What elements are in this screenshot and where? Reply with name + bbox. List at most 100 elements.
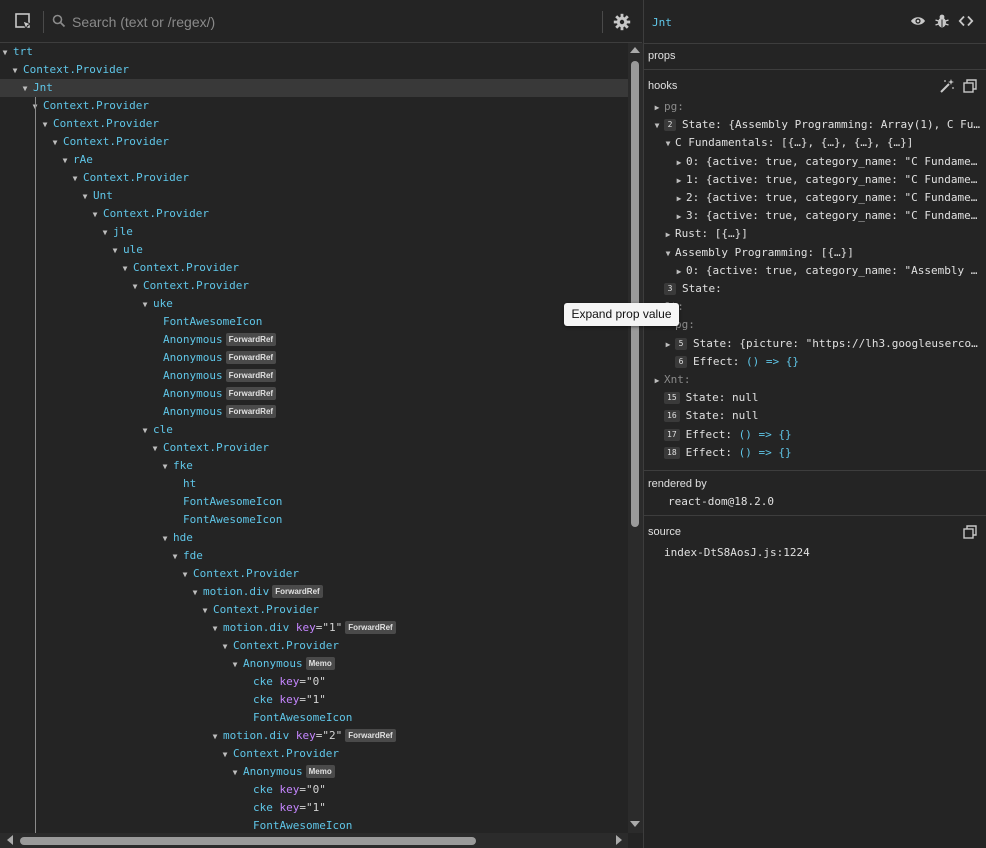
collapse-arrow-icon[interactable]: ▼ [130,278,140,296]
tree-row[interactable]: FontAwesomeIcon [0,817,628,833]
collapse-arrow-icon[interactable]: ▼ [50,134,60,152]
tree-row[interactable]: ▼ cle [0,421,628,439]
collapse-arrow-icon[interactable]: ▼ [10,62,20,80]
tree-row[interactable]: ▼ rAe [0,151,628,169]
collapse-arrow-icon[interactable]: ▼ [220,638,230,656]
tree-row[interactable]: ▼ uke [0,295,628,313]
hook-row[interactable]: ▶ 1: {active: true, category_name: "C Fun… [644,170,986,189]
tree-row[interactable]: FontAwesomeIcon [0,493,628,511]
hook-row[interactable]: ▶ Xnt: [644,370,986,389]
tree-row[interactable]: ▼Context.Provider [0,61,628,79]
collapse-arrow-icon[interactable]: ▼ [140,296,150,314]
tree-row[interactable]: ▼ Jnt [0,79,628,97]
tree-row[interactable]: ▼Context.Provider [0,169,628,187]
hook-row[interactable]: 3 State: [644,279,986,298]
collapse-arrow-icon[interactable]: ▼ [70,170,80,188]
tree-row[interactable]: ▼Context.Provider [0,277,628,295]
tree-row[interactable]: Anonymous ForwardRef [0,403,628,421]
tree-row[interactable]: ▼ Anonymous Memo [0,655,628,673]
code-icon[interactable] [958,13,974,29]
expand-arrow-icon[interactable]: ▶ [674,189,684,207]
collapse-arrow-icon[interactable]: ▼ [230,656,240,674]
copy-icon[interactable] [963,79,977,93]
tree-row[interactable]: ht [0,475,628,493]
collapse-arrow-icon[interactable]: ▼ [170,548,180,566]
copy-icon[interactable] [963,525,977,539]
collapse-arrow-icon[interactable]: ▼ [210,728,220,746]
tree-row[interactable]: Anonymous ForwardRef [0,349,628,367]
collapse-arrow-icon[interactable]: ▼ [90,206,100,224]
scroll-up-icon[interactable] [630,47,640,53]
tree-row[interactable]: cke key="0" [0,673,628,691]
collapse-arrow-icon[interactable]: ▼ [60,152,70,170]
hook-row[interactable]: ▼ Assembly Programming: [{…}] [644,243,986,262]
hook-row[interactable]: ▶ 3: {active: true, category_name: "C Fun… [644,206,986,225]
collapse-arrow-icon[interactable]: ▼ [140,422,150,440]
hook-row[interactable]: Ot: [644,297,986,316]
hook-row[interactable]: pg: [644,315,986,334]
collapse-arrow-icon[interactable]: ▼ [0,44,10,62]
hook-row[interactable]: 17 Effect: () => {} [644,425,986,444]
collapse-arrow-icon[interactable]: ▼ [150,440,160,458]
magic-wand-icon[interactable] [939,78,955,94]
tree-row[interactable]: ▼ Anonymous Memo [0,763,628,781]
hook-row[interactable]: ▶ Rust: [{…}] [644,224,986,243]
collapse-arrow-icon[interactable]: ▼ [200,602,210,620]
scroll-down-icon[interactable] [630,821,640,827]
expand-arrow-icon[interactable]: ▶ [652,98,662,116]
tree-row[interactable]: FontAwesomeIcon [0,313,628,331]
tree-row[interactable]: ▼ motion.div ForwardRef [0,583,628,601]
collapse-arrow-icon[interactable]: ▼ [230,764,240,782]
collapse-arrow-icon[interactable]: ▼ [220,746,230,764]
bug-icon[interactable] [934,13,950,29]
tree-row[interactable]: ▼Context.Provider [0,205,628,223]
expand-arrow-icon[interactable]: ▶ [674,171,684,189]
expand-arrow-icon[interactable]: ▶ [674,262,684,280]
scrollbar-thumb[interactable] [631,61,639,527]
hook-row[interactable]: 18 Effect: () => {} [644,443,986,462]
gear-icon[interactable] [613,13,631,31]
tree-row[interactable]: cke key="1" [0,799,628,817]
tree-row[interactable]: cke key="1" [0,691,628,709]
tree-row[interactable]: ▼Context.Provider [0,259,628,277]
hook-row[interactable]: 16 State: null [644,406,986,425]
tree-row[interactable]: ▼Context.Provider [0,565,628,583]
tree-row[interactable]: FontAwesomeIcon [0,511,628,529]
tree-row[interactable]: ▼Context.Provider [0,745,628,763]
search-input[interactable] [70,10,594,34]
collapse-arrow-icon[interactable]: ▼ [80,188,90,206]
collapse-arrow-icon[interactable]: ▼ [120,260,130,278]
hook-row[interactable]: ▶ 5 State: {picture: "https://lh3.googleus… [644,334,986,353]
inspect-element-icon[interactable] [14,12,34,32]
collapse-arrow-icon[interactable]: ▼ [190,584,200,602]
hook-row[interactable]: ▶ 0: {active: true, category_name: "C Fun… [644,152,986,171]
expand-arrow-icon[interactable]: ▼ [663,244,673,262]
tree-row[interactable]: FontAwesomeIcon [0,709,628,727]
collapse-arrow-icon[interactable]: ▼ [180,566,190,584]
hook-row[interactable]: ▶ 2: {active: true, category_name: "C Fun… [644,188,986,207]
hook-row[interactable]: ▶ 0: {active: true, category_name: "Assem… [644,261,986,280]
tree-row[interactable]: ▼ fke [0,457,628,475]
eye-icon[interactable] [910,13,926,29]
expand-arrow-icon[interactable]: ▶ [674,153,684,171]
collapse-arrow-icon[interactable]: ▼ [20,80,30,98]
hook-row[interactable]: ▼ 2 State: {Assembly Programming: Array(1)… [644,115,986,134]
hook-row[interactable]: 15 State: null [644,388,986,407]
collapse-arrow-icon[interactable]: ▼ [100,224,110,242]
scroll-left-icon[interactable] [7,835,13,845]
tree-row[interactable]: ▼ hde [0,529,628,547]
collapse-arrow-icon[interactable]: ▼ [210,620,220,638]
horizontal-scrollbar[interactable] [0,833,628,848]
scrollbar-thumb[interactable] [20,837,476,845]
expand-arrow-icon[interactable]: ▶ [663,225,673,243]
tree-row[interactable]: ▼ motion.div key="1" ForwardRef [0,619,628,637]
tree-row[interactable]: ▼ Unt [0,187,628,205]
collapse-arrow-icon[interactable]: ▼ [160,530,170,548]
tree-row[interactable]: ▼ fde [0,547,628,565]
tree-row[interactable]: ▼Context.Provider [0,115,628,133]
tree-row[interactable]: Anonymous ForwardRef [0,385,628,403]
vertical-scrollbar[interactable] [628,43,643,833]
tree-row[interactable]: ▼ motion.div key="2" ForwardRef [0,727,628,745]
tree-row[interactable]: ▼Context.Provider [0,601,628,619]
tree-row[interactable]: ▼ jle [0,223,628,241]
